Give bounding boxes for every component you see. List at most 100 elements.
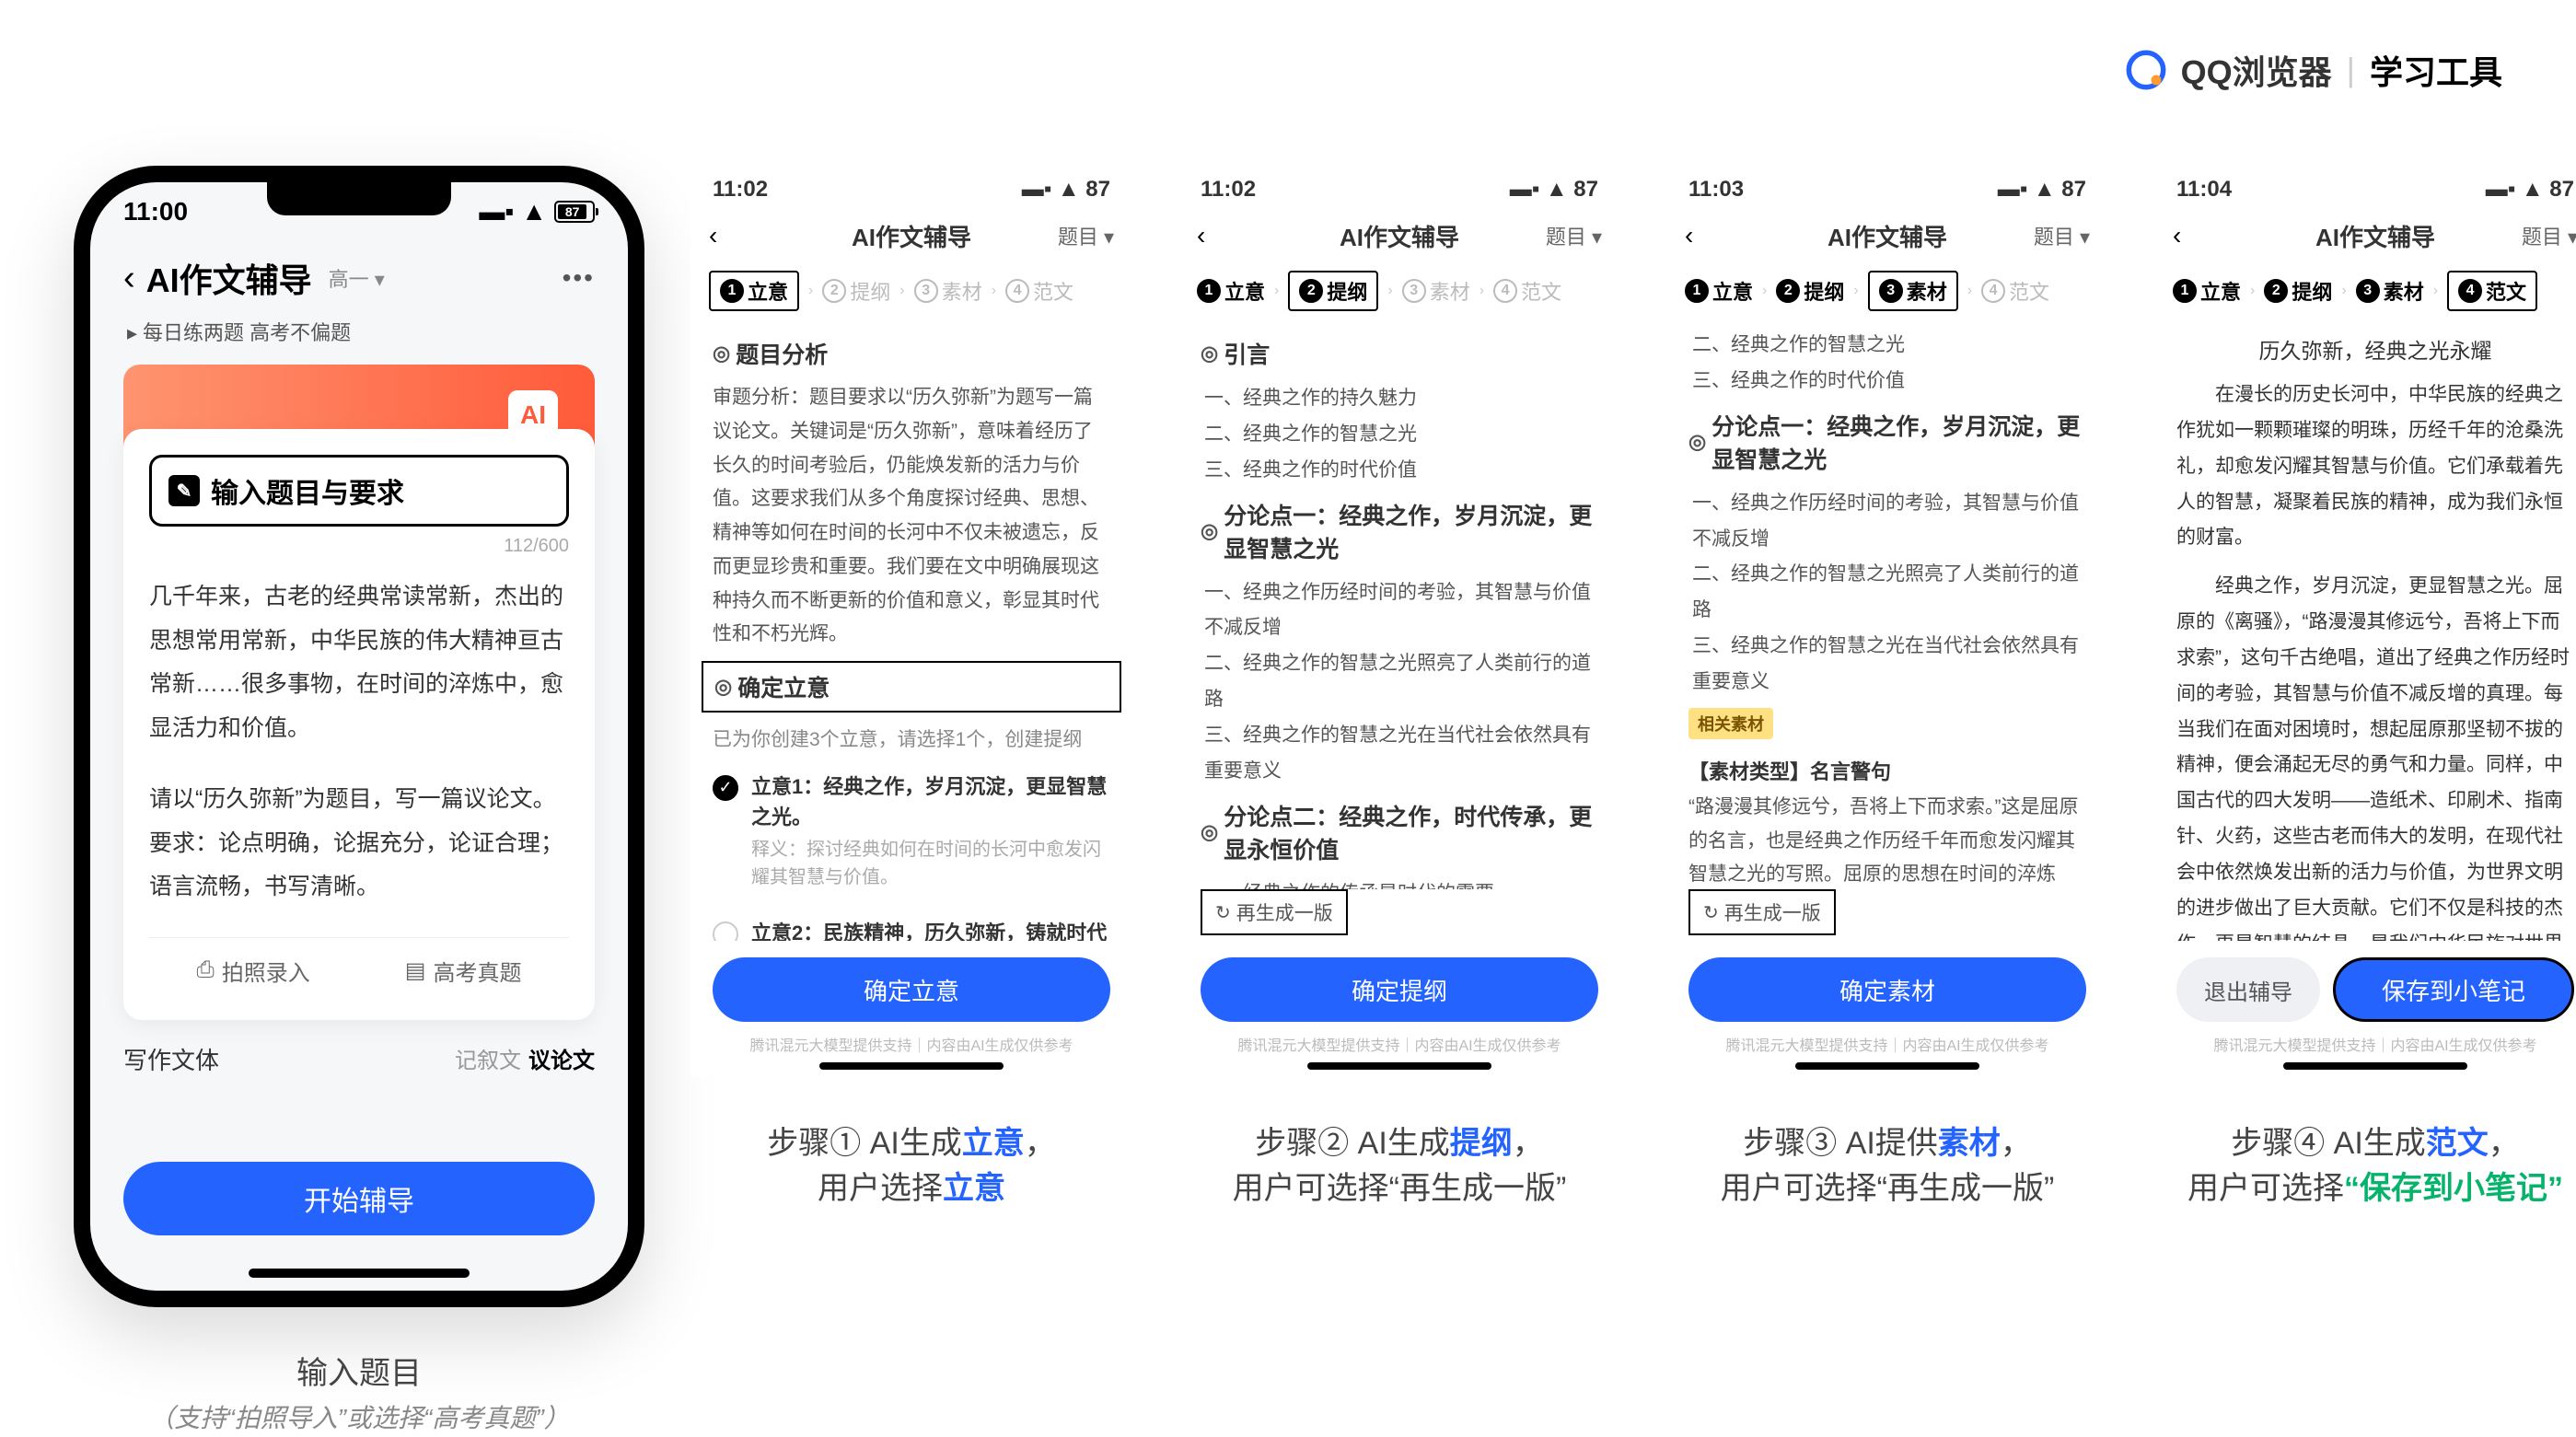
tab-sucai[interactable]: 3素材: [1868, 271, 1958, 311]
screen-step2: 11:02▬▪ ▲ 87 ‹AI作文辅导题目 ▾ 1立意› 2提纲› 3素材› …: [1178, 166, 1620, 1077]
confirm-liyi-button[interactable]: 确定立意: [713, 957, 1110, 1022]
input-placeholder: 输入题目与要求: [211, 470, 404, 511]
tab-tigang[interactable]: 2提纲: [2264, 276, 2332, 306]
section-liyi: 确定立意: [702, 661, 1121, 713]
radio-icon: [713, 921, 738, 941]
caption-sub: （支持“拍照导入”或选择“高考真题”）: [74, 1398, 644, 1435]
step-tabs: 1立意› 2提纲› 3素材› 4范文: [2154, 263, 2576, 328]
section-point1: 分论点一：经典之作，岁月沉淀，更显智慧之光: [1201, 498, 1598, 564]
material-type-1: 【素材类型】名言警句: [1688, 756, 2086, 785]
home-indicator[interactable]: [2283, 1062, 2467, 1070]
caption: 步骤④ AI生成范文，: [2154, 1118, 2576, 1163]
screen-step1: 11:02▬▪ ▲ 87 ‹AI作文辅导题目 ▾ 1立意› 2提纲› 3素材› …: [690, 166, 1132, 1077]
photo-import-button[interactable]: ⎙拍照录入: [197, 955, 310, 987]
caption: 用户选择立意: [690, 1163, 1132, 1208]
essay-para: 在漫长的历史长河中，中华民族的经典之作犹如一颗颗璀璨的明珠，历经千年的沧桑洗礼，…: [2176, 377, 2574, 556]
phone-frame: 11:00 ▬▪ ▲ 87 ‹ AI作文辅导 高一 ▾ ••• 每日练两题 高考…: [74, 166, 644, 1307]
confirm-sucai-button[interactable]: 确定素材: [1688, 957, 2086, 1022]
save-to-notes-button[interactable]: 保存到小笔记: [2333, 957, 2574, 1022]
start-button[interactable]: 开始辅导: [123, 1162, 595, 1235]
doc-icon: ▤: [405, 957, 426, 984]
step-tabs: 1立意› 2提纲› 3素材› 4范文: [690, 263, 1132, 328]
battery-icon: 87: [554, 201, 595, 223]
divider: |: [2347, 51, 2355, 89]
regenerate-button[interactable]: 再生成一版: [1688, 889, 1836, 935]
prompt-input[interactable]: ✎ 输入题目与要求: [149, 455, 569, 527]
ai-disclaimer: 腾讯混元大模型提供支持｜内容由AI生成仅供参考: [690, 1029, 1132, 1062]
regenerate-button[interactable]: 再生成一版: [1201, 889, 1348, 935]
screen-step4: 11:04▬▪ ▲ 87 ‹AI作文辅导题目 ▾ 1立意› 2提纲› 3素材› …: [2154, 166, 2576, 1077]
material-1: “路漫漫其修远兮，吾将上下而求索。”这是屈原的名言，也是经典之作历经千年而愈发闪…: [1688, 791, 2086, 889]
char-count: 112/600: [149, 536, 569, 557]
status-time: 11:00: [123, 197, 188, 226]
home-indicator[interactable]: [819, 1062, 1004, 1070]
topic-dropdown[interactable]: 题目 ▾: [2034, 221, 2090, 250]
topic-dropdown[interactable]: 题目 ▾: [1546, 221, 1602, 250]
topic-dropdown[interactable]: 题目 ▾: [1058, 221, 1114, 250]
style-row[interactable]: 写作文体 记叙文议论文: [123, 1042, 595, 1076]
caption: 步骤① AI生成立意，: [690, 1118, 1132, 1163]
tab-liyi[interactable]: 1立意: [2173, 276, 2241, 306]
back-icon[interactable]: ‹: [2173, 221, 2181, 250]
page-title: AI作文辅导: [1828, 219, 1947, 253]
status-icons: ▬▪ ▲ 87: [1998, 177, 2086, 203]
exit-button[interactable]: 退出辅导: [2176, 957, 2320, 1022]
topic-dropdown[interactable]: 题目 ▾: [2522, 221, 2576, 250]
edit-icon: ✎: [168, 475, 200, 506]
tab-liyi[interactable]: 1立意: [1197, 276, 1265, 306]
prompt-text-1: 几千年来，古老的经典常读常新，杰出的思想常用常新，中华民族的伟大精神亘古常新………: [149, 575, 569, 750]
material-tag: 相关素材: [1688, 708, 1773, 739]
brand-bar: QQ浏览器 | 学习工具: [2126, 46, 2502, 94]
back-icon[interactable]: ‹: [1685, 221, 1693, 250]
essay-para: 经典之作，岁月沉淀，更显智慧之光。屈原的《离骚》，“路漫漫其修远兮，吾将上下而求…: [2176, 569, 2574, 941]
step-tabs: 1立意› 2提纲› 3素材› 4范文: [1666, 263, 2108, 328]
caption: 步骤③ AI提供素材，: [1666, 1118, 2108, 1163]
ai-disclaimer: 腾讯混元大模型提供支持｜内容由AI生成仅供参考: [2154, 1029, 2576, 1062]
home-indicator[interactable]: [1307, 1062, 1491, 1070]
back-icon[interactable]: ‹: [1197, 221, 1205, 250]
tab-fanwen[interactable]: 4范文: [1981, 276, 2049, 306]
tab-liyi[interactable]: 1立意: [1685, 276, 1753, 306]
step-tabs: 1立意› 2提纲› 3素材› 4范文: [1178, 263, 1620, 328]
tab-tigang[interactable]: 2提纲: [1288, 271, 1378, 311]
more-icon[interactable]: •••: [563, 263, 595, 293]
radio-checked-icon: ✓: [713, 775, 738, 801]
tab-fanwen[interactable]: 4范文: [1005, 276, 1073, 306]
confirm-tigang-button[interactable]: 确定提纲: [1201, 957, 1598, 1022]
qq-logo-icon: [2126, 50, 2166, 90]
prompt-card: ✎ 输入题目与要求 112/600 几千年来，古老的经典常读常新，杰出的思想常用…: [123, 429, 595, 1020]
tab-sucai[interactable]: 3素材: [914, 276, 982, 306]
tab-sucai[interactable]: 3素材: [2356, 276, 2424, 306]
essay-title: 历久弥新，经典之光永耀: [2176, 333, 2574, 365]
grade-dropdown[interactable]: 高一 ▾: [329, 263, 385, 293]
back-icon[interactable]: ‹: [709, 221, 717, 250]
tab-tigang[interactable]: 2提纲: [822, 276, 890, 306]
tool-name: 学习工具: [2370, 46, 2502, 94]
tab-tigang[interactable]: 2提纲: [1776, 276, 1844, 306]
daily-tip[interactable]: 每日练两题 高考不偏题: [90, 311, 628, 352]
status-time: 11:02: [713, 177, 768, 203]
status-time: 11:03: [1688, 177, 1744, 203]
section-analysis: 题目分析: [713, 337, 1110, 370]
home-indicator[interactable]: [1795, 1062, 1979, 1070]
back-icon[interactable]: ‹: [123, 259, 135, 298]
caption-main: 输入题目: [74, 1348, 644, 1393]
status-time: 11:02: [1201, 177, 1256, 203]
section-point2: 分论点二：经典之作，时代传承，更显永恒价值: [1201, 799, 1598, 865]
tab-liyi[interactable]: 1立意: [709, 271, 799, 311]
tab-fanwen[interactable]: 4范文: [2447, 271, 2537, 311]
tab-sucai[interactable]: 3素材: [1402, 276, 1470, 306]
option-2[interactable]: 立意2：民族精神，历久弥新，铸就时代之魂。释义：阐述中华民族伟大精神如何历经岁月…: [713, 904, 1110, 941]
option-1[interactable]: ✓立意1：经典之作，岁月沉淀，更显智慧之光。释义：探讨经典如何在时间的长河中愈发…: [713, 758, 1110, 904]
caption: 用户可选择“再生成一版”: [1666, 1163, 2108, 1208]
page-title: AI作文辅导: [852, 219, 971, 253]
tab-fanwen[interactable]: 4范文: [1493, 276, 1561, 306]
section-point1: 分论点一：经典之作，岁月沉淀，更显智慧之光: [1688, 409, 2086, 475]
exam-question-button[interactable]: ▤高考真题: [405, 955, 522, 987]
brand-name: QQ浏览器: [2181, 46, 2332, 94]
status-icons: ▬▪ ▲ 87: [2486, 177, 2574, 203]
caption: 用户可选择“再生成一版”: [1178, 1163, 1620, 1208]
ai-disclaimer: 腾讯混元大模型提供支持｜内容由AI生成仅供参考: [1178, 1029, 1620, 1062]
home-indicator[interactable]: [249, 1269, 470, 1278]
caption: 步骤② AI生成提纲，: [1178, 1118, 1620, 1163]
